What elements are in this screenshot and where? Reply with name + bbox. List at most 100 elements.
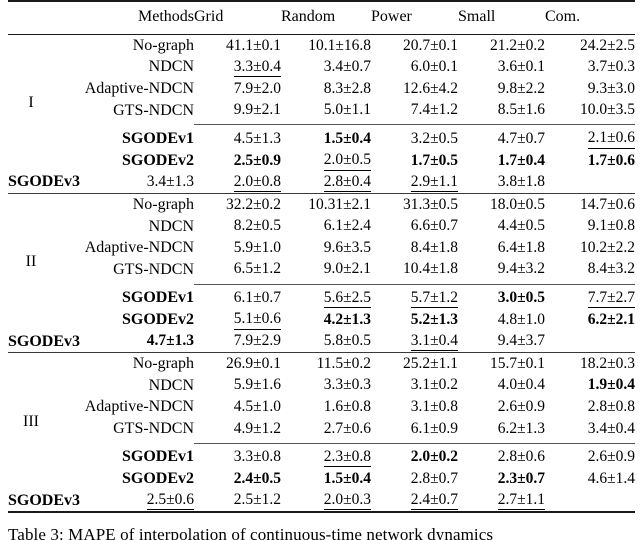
cell-random: 2.0±0.5	[281, 150, 371, 172]
cell-com: 2.6±0.9	[545, 447, 635, 469]
cell-power: 3.1±0.2	[371, 375, 458, 397]
cell-value: 5.1±0.6	[233, 310, 281, 330]
cell-com: 2.8±0.8	[545, 397, 635, 419]
cell-grid: 8.2±0.5	[194, 216, 281, 238]
cell-value: 5.7±1.2	[410, 289, 458, 309]
method-label: SGODEv2	[121, 470, 194, 488]
cell-value: 2.8±0.7	[410, 469, 458, 487]
cell-com: 1.7±0.6	[545, 150, 635, 172]
cell-grid: 6.1±0.7	[194, 288, 281, 310]
column-header-com: Com.	[545, 8, 581, 25]
cell-value: 7.9±2.0	[233, 79, 281, 97]
cell-value: 8.4±3.2	[587, 260, 635, 278]
cell-small: 9.4±3.2	[458, 259, 545, 281]
cell-value: 7.4±1.2	[410, 101, 458, 119]
cell-power: 2.0±0.3	[281, 490, 371, 513]
cell-com: 1.9±0.4	[545, 375, 635, 397]
cell-value: 2.6±0.9	[497, 398, 545, 416]
cell-random: 3.3±0.3	[281, 375, 371, 397]
cell-value: 9.0±2.1	[323, 260, 371, 278]
cell-value: 3.0±0.5	[497, 289, 545, 307]
cell-value: 4.5±1.3	[233, 129, 281, 147]
method-label: SGODEv1	[121, 448, 194, 466]
table-header-row: Methods Grid Random Power Small Com.	[8, 2, 635, 35]
cell-value: 4.0±0.4	[497, 376, 545, 394]
table-row: SGODEv1 4.5±1.3 1.5±0.4 3.2±0.5 4.7±0.7 2.1±0…	[8, 128, 635, 150]
cell-grid: 4.9±1.2	[194, 418, 281, 440]
cell-small: 6.4±1.8	[458, 237, 545, 259]
table-row: SGODEv3 2.5±0.6 2.5±1.2 2.0±0.3 2.4±0.7 2.7±1…	[8, 490, 635, 513]
cell-power: 31.3±0.5	[371, 194, 458, 216]
cell-random: 5.6±2.5	[281, 288, 371, 310]
cell-random: 10.1±16.8	[281, 35, 371, 57]
cell-power: 12.6±4.2	[371, 78, 458, 100]
cell-random: 2.7±0.6	[281, 418, 371, 440]
cell-com: 2.1±0.6	[545, 128, 635, 150]
cell-value: 3.6±0.1	[497, 58, 545, 76]
cell-value: 14.7±0.6	[579, 195, 635, 213]
cell-random: 2.0±0.8	[194, 172, 281, 194]
cell-value: 9.9±2.1	[233, 101, 281, 119]
cell-small: 6.2±1.3	[458, 418, 545, 440]
table-rule	[8, 511, 635, 515]
cell-value: 21.2±0.2	[489, 36, 545, 54]
table-row: GTS-NDCN 6.5±1.2 9.0±2.1 10.4±1.8 9.4±3.2 8.4…	[8, 259, 635, 281]
cell-com: 4.6±1.4	[545, 468, 635, 490]
table-figure-page: Methods Grid Random Power Small Com. I No-graph…	[0, 0, 640, 540]
cell-value: 6.1±2.4	[323, 217, 371, 235]
cell-power: 3.2±0.5	[371, 128, 458, 150]
cell-small: 4.7±0.7	[458, 128, 545, 150]
cell-value: 2.7±1.1	[497, 491, 545, 511]
cell-value: 4.9±1.2	[233, 419, 281, 437]
cell-power: 2.8±0.7	[371, 468, 458, 490]
cell-power: 3.1±0.8	[371, 397, 458, 419]
cell-value: 8.5±1.6	[497, 101, 545, 119]
cell-value: 2.4±0.5	[233, 469, 281, 487]
cell-small: 4.4±0.5	[458, 216, 545, 238]
cell-value: 2.4±0.7	[410, 491, 458, 511]
cell-small: 2.9±1.1	[371, 172, 458, 194]
cell-value: 7.9±2.9	[233, 332, 281, 350]
table-row: III No-graph 26.9±0.1 11.5±0.2 25.2±1.1 15.7±…	[8, 353, 635, 430]
method-label: GTS-NDCN	[113, 419, 194, 437]
column-header-random: Random	[281, 8, 336, 25]
table-row: SGODEv1 3.3±0.8 2.3±0.8 2.0±0.2 2.8±0.6 2.6±0…	[8, 447, 635, 469]
cell-com: 8.4±3.2	[545, 259, 635, 281]
cell-power: 5.2±1.3	[371, 309, 458, 331]
cell-random: 11.5±0.2	[281, 353, 371, 375]
cell-random: 9.0±2.1	[281, 259, 371, 281]
cell-value: 4.7±1.3	[146, 332, 194, 350]
cell-value: 2.0±0.8	[233, 173, 281, 193]
method-label: No-graph	[132, 355, 194, 373]
table-row: NDCN 5.9±1.6 3.3±0.3 3.1±0.2 4.0±0.4 1.9±0.4	[8, 375, 635, 397]
table-row: SGODEv2 5.1±0.6 4.2±1.3 5.2±1.3 4.8±1.0 6.2±2…	[8, 309, 635, 331]
column-header-methods: Methods	[138, 8, 194, 25]
cell-value: 8.3±2.8	[323, 79, 371, 97]
results-table-body: Methods Grid Random Power Small Com. I No-graph…	[8, 0, 635, 515]
cell-value: 4.2±1.3	[323, 310, 371, 328]
table-row: Adaptive-NDCN 5.9±1.0 9.6±3.5 8.4±1.8 6.4±1.…	[8, 237, 635, 259]
cell-value: 2.0±0.3	[323, 491, 371, 511]
cell-value: 4.6±1.4	[587, 469, 635, 487]
cell-value: 6.4±1.8	[497, 238, 545, 256]
cell-power: 6.1±0.9	[371, 418, 458, 440]
cell-value: 3.4±1.3	[146, 173, 194, 191]
cell-value: 9.6±3.5	[323, 238, 371, 256]
row-group-label-ii: II	[25, 253, 37, 271]
cell-value: 5.2±1.3	[410, 310, 458, 328]
table-row: SGODEv2 2.5±0.9 2.0±0.5 1.7±0.5 1.7±0.4 1.7±0…	[8, 150, 635, 172]
cell-value: 10.4±1.8	[402, 260, 458, 278]
cell-value: 1.7±0.4	[497, 151, 545, 169]
cell-power: 25.2±1.1	[371, 353, 458, 375]
cell-random: 4.2±1.3	[281, 309, 371, 331]
method-label: NDCN	[148, 58, 194, 76]
cell-com: 3.8±1.8	[458, 172, 545, 194]
cell-value: 20.7±0.1	[402, 36, 458, 54]
cell-grid: 32.2±0.2	[194, 194, 281, 216]
cell-grid: 3.3±0.8	[194, 447, 281, 469]
cell-value: 3.1±0.2	[410, 376, 458, 394]
cell-com: 7.7±2.7	[545, 288, 635, 310]
rule-line	[8, 511, 635, 515]
table-row: NDCN 3.3±0.4 3.4±0.7 6.0±0.1 3.6±0.1 3.7±0.3	[8, 57, 635, 79]
cell-value: 6.2±1.3	[497, 419, 545, 437]
